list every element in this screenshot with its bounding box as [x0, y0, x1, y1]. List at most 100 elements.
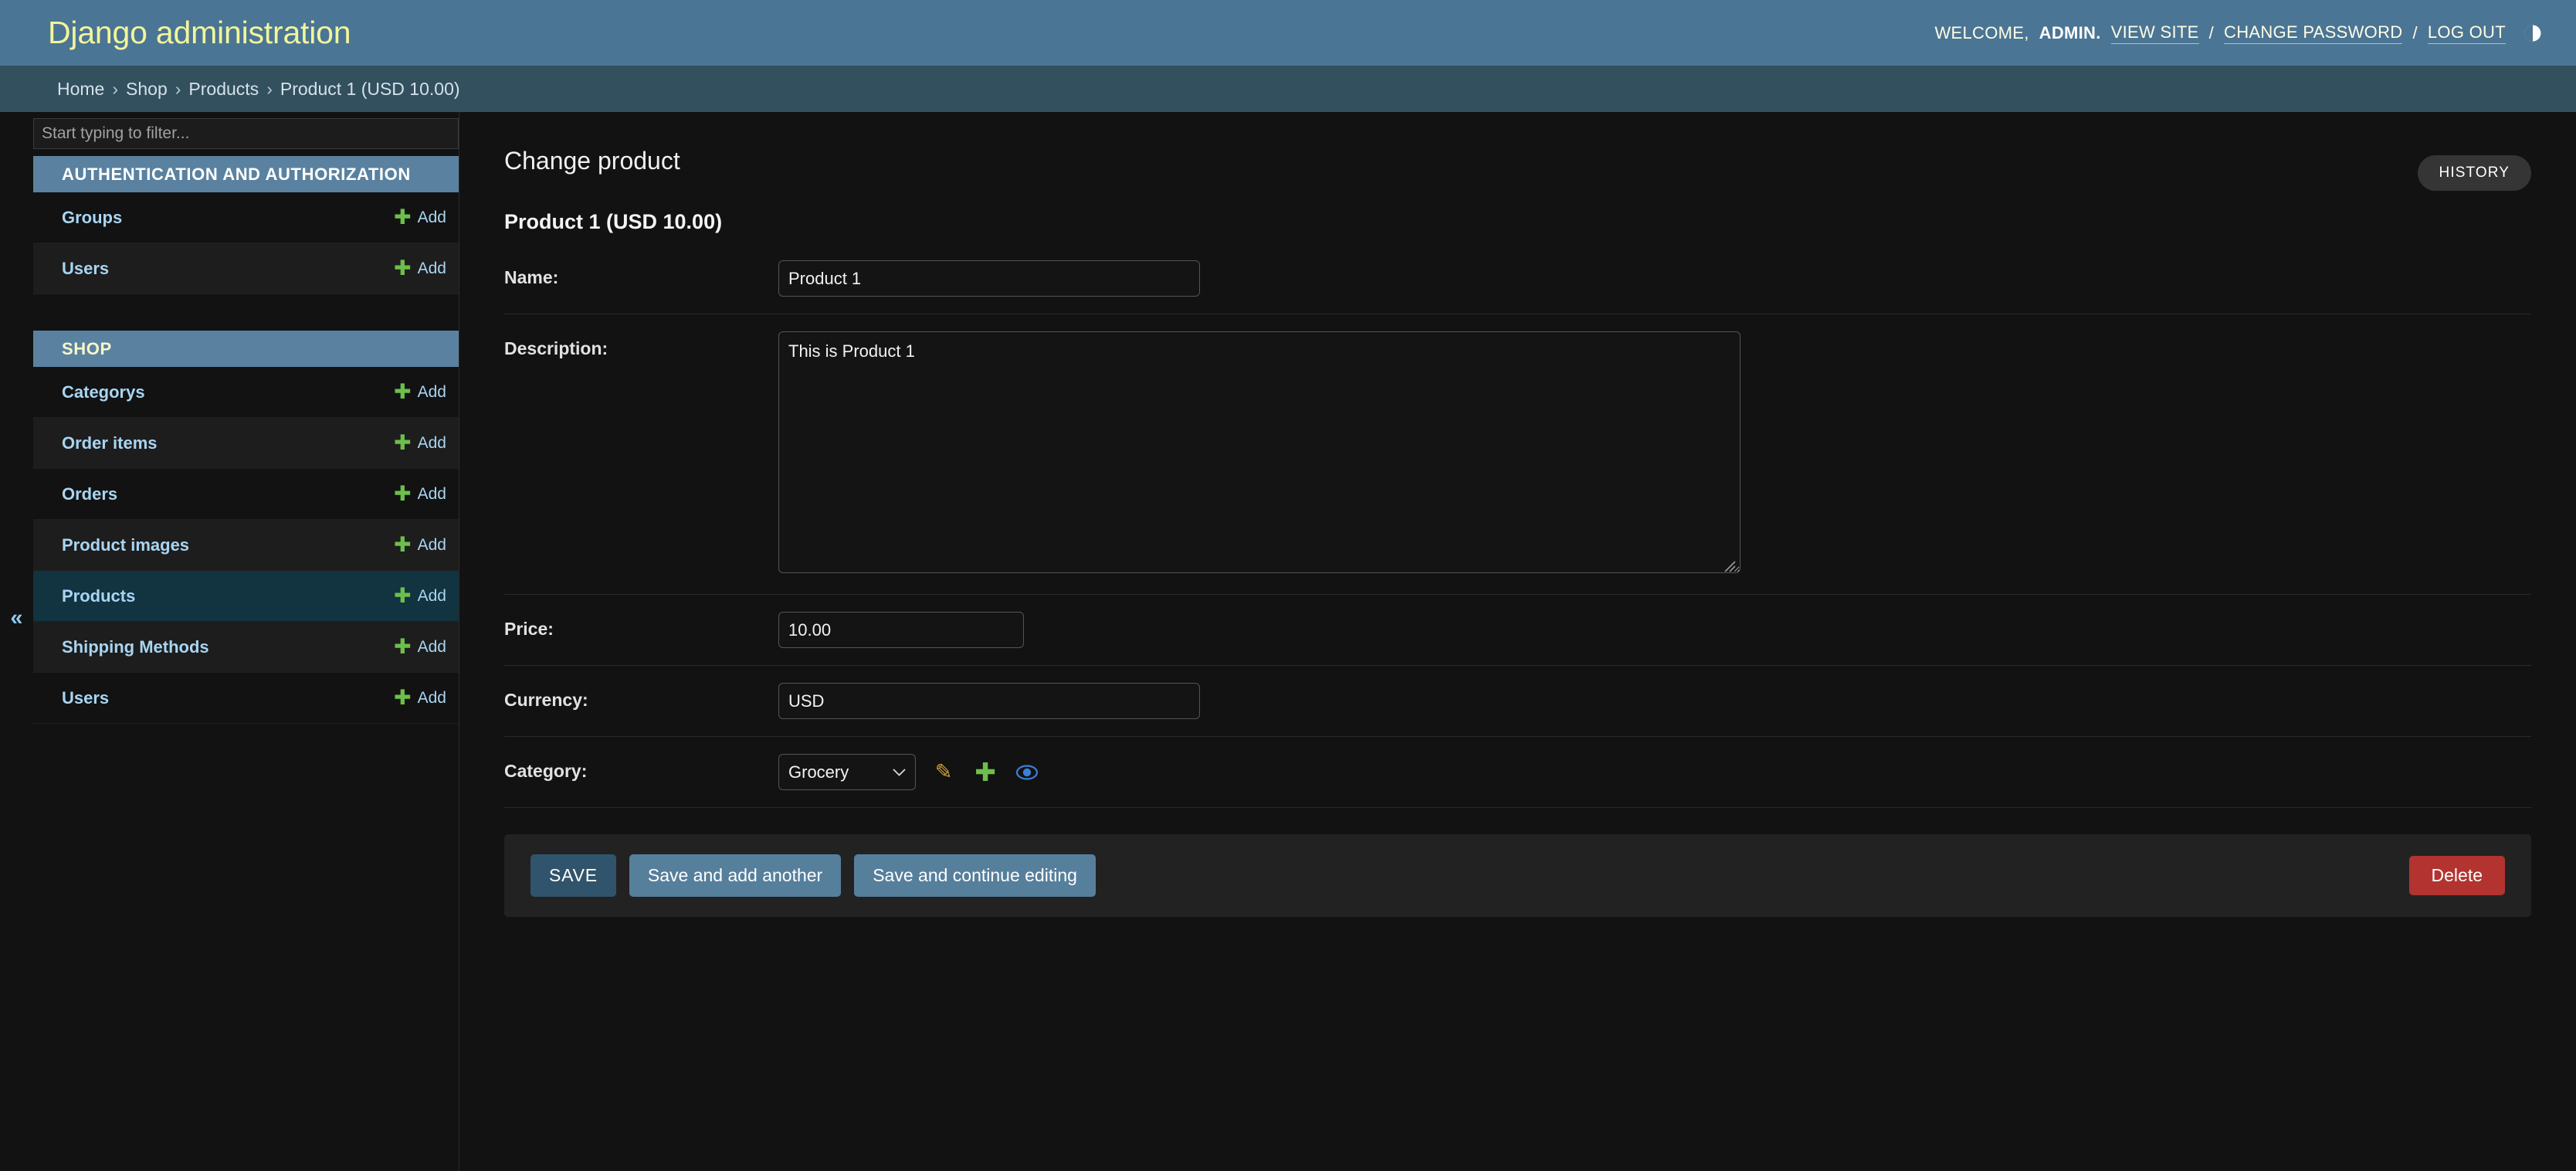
sidebar-item-groups[interactable]: Groups ✚ Add — [33, 192, 459, 243]
form-row-price: Price: — [504, 595, 2531, 666]
nav-module-caption-shop[interactable]: SHOP — [33, 331, 459, 367]
sidebar-item-label[interactable]: Users — [62, 688, 109, 708]
breadcrumb-separator: › — [175, 78, 181, 99]
link-separator-2: / — [2412, 22, 2418, 42]
add-label: Add — [417, 637, 446, 656]
sidebar-filter-input[interactable] — [33, 118, 459, 149]
change-password-link[interactable]: CHANGE PASSWORD — [2224, 22, 2403, 44]
sidebar-item-label[interactable]: Products — [62, 586, 135, 606]
sidebar-add-users-shop-link[interactable]: ✚ Add — [394, 687, 446, 708]
description-textarea[interactable]: This is Product 1 — [778, 331, 1740, 573]
object-tools: HISTORY — [2417, 155, 2531, 191]
form-row-name: Name: — [504, 243, 2531, 314]
add-label: Add — [417, 586, 446, 605]
add-label: Add — [417, 382, 446, 401]
log-out-link[interactable]: LOG OUT — [2427, 22, 2506, 44]
form-row-description: Description: This is Product 1 — [504, 314, 2531, 595]
add-related-category-button[interactable]: ✚ — [971, 754, 999, 790]
currency-field-area — [778, 683, 1200, 719]
add-label: Add — [417, 259, 446, 277]
form-row-category: Category: Grocery ✎ ✚ — [504, 737, 2531, 808]
plus-icon: ✚ — [394, 205, 412, 229]
plus-icon: ✚ — [974, 758, 996, 786]
sidebar-item-users-auth[interactable]: Users ✚ Add — [33, 243, 459, 294]
save-and-add-another-button[interactable] — [629, 854, 842, 897]
sidebar-item-users-shop[interactable]: Users ✚ Add — [33, 673, 459, 724]
sidebar-add-product-images-link[interactable]: ✚ Add — [394, 535, 446, 555]
description-field-area: This is Product 1 — [778, 331, 1740, 577]
view-site-link[interactable]: VIEW SITE — [2110, 22, 2199, 44]
form-row-currency: Currency: — [504, 666, 2531, 737]
plus-icon: ✚ — [394, 431, 412, 454]
price-input[interactable] — [778, 612, 1024, 648]
sidebar-item-label[interactable]: Categorys — [62, 382, 145, 402]
nav-sidebar: « AUTHENTICATION AND AUTHORIZATION Group… — [0, 112, 459, 1171]
nav-module-shop: SHOP Categorys ✚ Add Order items ✚ Add O… — [33, 331, 459, 724]
sidebar-item-product-images[interactable]: Product images ✚ Add — [33, 520, 459, 571]
sidebar-add-categorys-link[interactable]: ✚ Add — [394, 382, 446, 402]
name-field-area — [778, 260, 1200, 297]
price-field-label: Price: — [504, 619, 554, 639]
delete-button-box: Delete — [2408, 856, 2505, 895]
breadcrumb-shop[interactable]: Shop — [126, 79, 168, 100]
sidebar-item-shipping-methods[interactable]: Shipping Methods ✚ Add — [33, 622, 459, 673]
content-title-row: Change product HISTORY — [504, 146, 2531, 191]
sidebar-item-label[interactable]: Product images — [62, 535, 189, 555]
site-title[interactable]: Django administration — [48, 15, 351, 51]
product-change-form: Name: Description: This is Product 1 — [504, 243, 2531, 917]
eye-icon — [1015, 764, 1039, 780]
breadcrumb-separator: › — [112, 78, 119, 99]
breadcrumb: Home › Shop › Products › Product 1 (USD … — [0, 66, 2576, 112]
currency-field-label: Currency: — [504, 690, 588, 710]
view-related-category-button[interactable] — [1013, 754, 1041, 790]
sidebar-item-categorys[interactable]: Categorys ✚ Add — [33, 367, 459, 418]
sidebar-item-label[interactable]: Groups — [62, 208, 122, 228]
plus-icon: ✚ — [394, 482, 412, 505]
sidebar-add-groups-link[interactable]: ✚ Add — [394, 207, 446, 228]
name-input[interactable] — [778, 260, 1200, 297]
breadcrumb-products[interactable]: Products — [188, 79, 259, 100]
welcome-label: WELCOME, — [1934, 22, 2029, 42]
sidebar-item-label[interactable]: Orders — [62, 484, 117, 504]
plus-icon: ✚ — [394, 686, 412, 709]
sidebar-item-orders[interactable]: Orders ✚ Add — [33, 469, 459, 520]
pencil-icon: ✎ — [934, 760, 953, 783]
save-button[interactable] — [530, 854, 616, 897]
plus-icon: ✚ — [394, 256, 412, 280]
delete-button[interactable]: Delete — [2408, 856, 2505, 895]
sidebar-item-label[interactable]: Users — [62, 259, 109, 279]
user-tools: WELCOME, ADMIN. VIEW SITE / CHANGE PASSW… — [1934, 22, 2544, 44]
add-label: Add — [417, 688, 446, 707]
sidebar-add-orders-link[interactable]: ✚ Add — [394, 484, 446, 504]
description-field-label: Description: — [504, 338, 608, 358]
breadcrumb-separator: › — [266, 78, 273, 99]
toggle-nav-sidebar-button[interactable]: « — [0, 112, 33, 1171]
category-select[interactable]: Grocery — [778, 754, 916, 790]
nav-module-auth: AUTHENTICATION AND AUTHORIZATION Groups … — [33, 156, 459, 294]
sidebar-add-users-auth-link[interactable]: ✚ Add — [394, 258, 446, 279]
sidebar-item-order-items[interactable]: Order items ✚ Add — [33, 418, 459, 469]
sidebar-add-products-link[interactable]: ✚ Add — [394, 586, 446, 606]
breadcrumb-home[interactable]: Home — [57, 79, 104, 100]
plus-icon: ✚ — [394, 380, 412, 403]
theme-toggle-button[interactable] — [2522, 22, 2544, 44]
history-button[interactable]: HISTORY — [2417, 155, 2531, 191]
breadcrumb-current: Product 1 (USD 10.00) — [280, 78, 460, 99]
category-field-area: Grocery ✎ ✚ — [778, 754, 1041, 790]
currency-input[interactable] — [778, 683, 1200, 719]
sidebar-item-label[interactable]: Order items — [62, 433, 158, 453]
price-field-area — [778, 612, 1024, 648]
sidebar-add-shipping-methods-link[interactable]: ✚ Add — [394, 636, 446, 657]
add-label: Add — [417, 484, 446, 503]
save-and-continue-button[interactable] — [854, 854, 1096, 897]
add-label: Add — [417, 208, 446, 226]
nav-filter-wrapper — [33, 112, 459, 149]
sidebar-item-products[interactable]: Products ✚ Add — [33, 571, 459, 622]
contrast-circle-icon — [2524, 25, 2541, 41]
category-field-label: Category: — [504, 761, 588, 781]
nav-module-gap — [33, 294, 459, 331]
nav-module-caption-auth[interactable]: AUTHENTICATION AND AUTHORIZATION — [33, 156, 459, 192]
sidebar-add-order-items-link[interactable]: ✚ Add — [394, 433, 446, 453]
sidebar-item-label[interactable]: Shipping Methods — [62, 637, 209, 657]
change-related-category-button[interactable]: ✎ — [930, 754, 958, 790]
